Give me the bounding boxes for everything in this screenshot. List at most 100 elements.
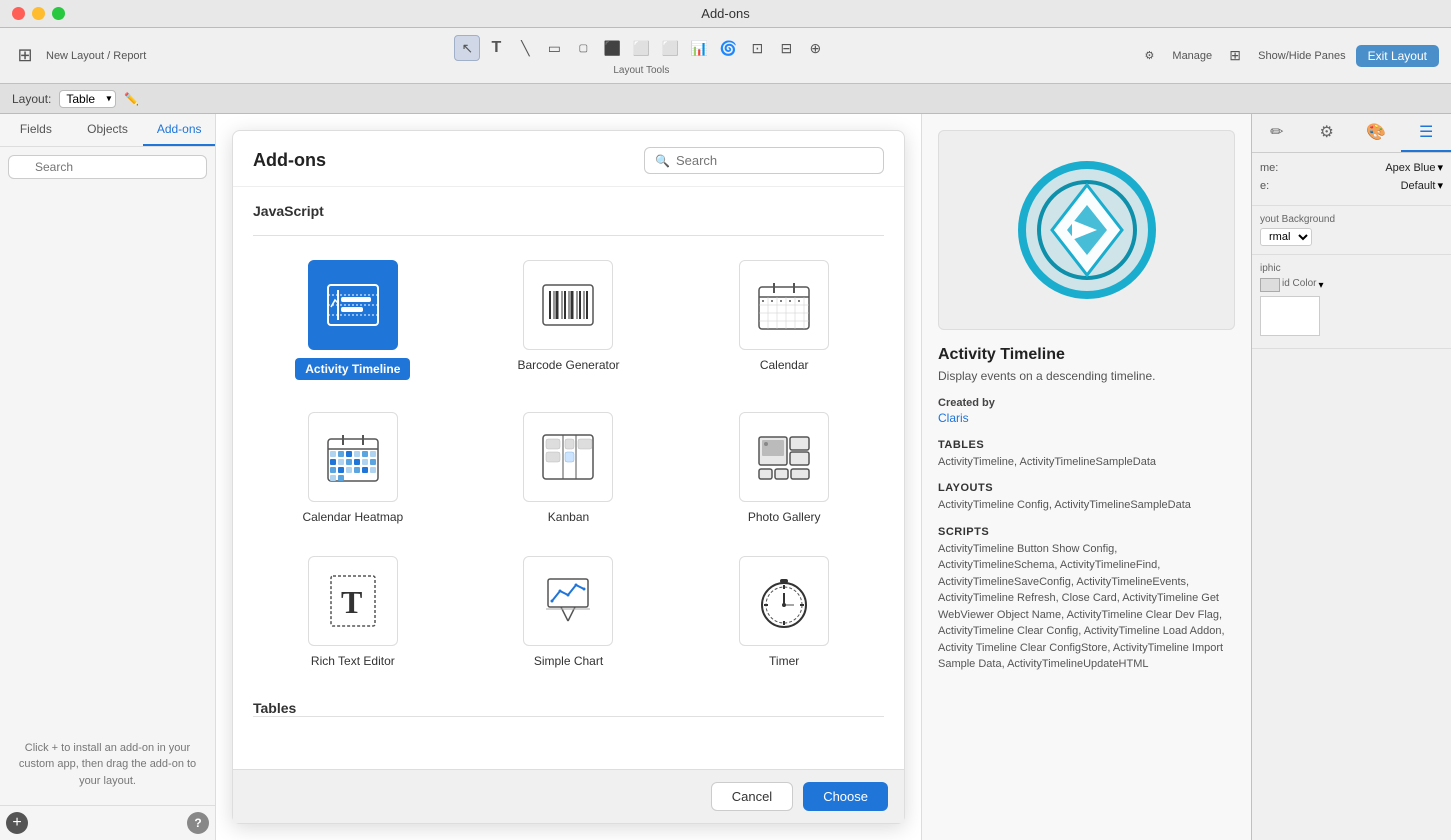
inspector-panel: ✏ ⚙ 🎨 ☰ me: Apex Blue ▾ e: Default ▾ — [1251, 114, 1451, 840]
toolbar-right: ⚙ Manage ⊞ Show/Hide Panes Exit Layout — [1136, 43, 1439, 69]
inspector-tab-pen[interactable]: ✏ — [1252, 114, 1302, 152]
layout-select[interactable]: Table — [59, 90, 116, 108]
detail-preview — [938, 130, 1235, 330]
tables-divider — [253, 716, 884, 717]
close-button[interactable] — [12, 7, 25, 20]
slide-tool[interactable]: ⊟ — [773, 35, 799, 61]
manage-button[interactable]: ⚙ — [1136, 43, 1162, 69]
detail-tables-value: ActivityTimeline, ActivityTimelineSample… — [938, 454, 1235, 471]
tab-addons[interactable]: Add-ons — [143, 114, 215, 146]
addons-body: JavaScript — [233, 187, 904, 769]
layout-select-wrap: Table — [59, 90, 116, 108]
show-hide-button[interactable]: ⊞ — [1222, 43, 1248, 69]
addon-timer-label: Timer — [769, 654, 799, 668]
zoom-tool[interactable]: ⊕ — [802, 35, 828, 61]
inspector-bg-select[interactable]: rmal — [1260, 228, 1312, 246]
addon-timer[interactable]: Timer — [684, 548, 884, 676]
right-detail-panel: Activity Timeline Display events on a de… — [921, 114, 1251, 840]
addon-simple-chart-icon — [523, 556, 613, 646]
inspector-tab-paint[interactable]: 🎨 — [1352, 114, 1402, 152]
inspector-theme-select[interactable]: ▾ — [1437, 161, 1443, 174]
button-bar-tool[interactable]: ⊡ — [744, 35, 770, 61]
inspector-fill-dropdown[interactable]: ▾ — [1318, 278, 1323, 292]
portal-tool[interactable]: 🌀 — [715, 35, 741, 61]
svg-text:T: T — [341, 584, 362, 620]
addon-activity-timeline[interactable]: Activity Timeline — [253, 252, 453, 388]
addon-barcode-icon — [523, 260, 613, 350]
toolbar-left: ⊞ New Layout / Report — [12, 43, 146, 69]
detail-addon-name: Activity Timeline — [938, 346, 1235, 364]
button-tool[interactable]: ⬜ — [628, 35, 654, 61]
addon-calendar[interactable]: Calendar — [684, 252, 884, 388]
addon-activity-timeline-icon — [308, 260, 398, 350]
new-layout-button[interactable]: ⊞ — [12, 43, 38, 69]
line-tool[interactable]: ╲ — [512, 35, 538, 61]
select-tool[interactable]: ↖ — [454, 35, 480, 61]
inspector-fill-color[interactable] — [1260, 278, 1280, 292]
choose-button[interactable]: Choose — [803, 782, 888, 811]
activity-timeline-svg — [323, 275, 383, 335]
main-toolbar: ⊞ New Layout / Report ↖ T ╲ ▭ ▢ ⬛ ⬜ ⬜ 📊 … — [0, 28, 1451, 84]
sidebar-tabs: Fields Objects Add-ons — [0, 114, 215, 147]
rect-tool[interactable]: ▭ — [541, 35, 567, 61]
calendar-svg — [754, 275, 814, 335]
minimize-button[interactable] — [32, 7, 45, 20]
inspector-variant-value: Default — [1401, 180, 1436, 192]
addon-calendar-heatmap[interactable]: Calendar Heatmap — [253, 404, 453, 532]
detail-layouts-label: LAYOUTS — [938, 482, 1235, 494]
toolbar-center: ↖ T ╲ ▭ ▢ ⬛ ⬜ ⬜ 📊 🌀 ⊡ ⊟ ⊕ Layout Tools — [454, 35, 828, 76]
inspector-variant-select[interactable]: ▾ — [1437, 179, 1443, 192]
addon-photo-gallery[interactable]: Photo Gallery — [684, 404, 884, 532]
detail-creator[interactable]: Claris — [938, 411, 1235, 425]
text-tool[interactable]: T — [483, 35, 509, 61]
layout-edit-button[interactable]: ✏️ — [124, 92, 139, 106]
addon-calendar-label: Calendar — [760, 358, 809, 372]
inspector-color-row: id Color ▾ — [1260, 278, 1443, 292]
addon-rich-text-editor-icon: T — [308, 556, 398, 646]
addon-rich-text-editor-label: Rich Text Editor — [311, 654, 395, 668]
js-section-title: JavaScript — [253, 203, 884, 219]
inspector-variant-label: e: — [1260, 180, 1269, 192]
sidebar-hint: Click + to install an add-on in your cus… — [0, 724, 215, 806]
addon-barcode-generator[interactable]: Barcode Generator — [469, 252, 669, 388]
window-controls[interactable] — [12, 7, 65, 20]
chart-tool[interactable]: 📊 — [686, 35, 712, 61]
tab-tool[interactable]: ⬜ — [657, 35, 683, 61]
window-title: Add-ons — [701, 6, 749, 21]
center-panel: Add-ons 🔍 JavaScript — [216, 114, 921, 840]
inspector-fill-label: id Color — [1282, 278, 1316, 292]
kanban-svg — [538, 427, 598, 487]
addon-photo-gallery-icon — [739, 412, 829, 502]
addon-kanban[interactable]: Kanban — [469, 404, 669, 532]
inspector-tab-gear[interactable]: ⚙ — [1302, 114, 1352, 152]
sidebar-help-button[interactable]: ? — [187, 812, 209, 834]
sidebar-search-input[interactable] — [8, 155, 207, 179]
cancel-button[interactable]: Cancel — [711, 782, 793, 811]
addon-rich-text-editor[interactable]: T Rich Text Editor — [253, 548, 453, 676]
addons-dialog: Add-ons 🔍 JavaScript — [232, 130, 905, 824]
addons-title: Add-ons — [253, 150, 326, 171]
addon-simple-chart-label: Simple Chart — [534, 654, 603, 668]
timer-svg — [754, 571, 814, 631]
main-content: Fields Objects Add-ons Click + to instal… — [0, 114, 1451, 840]
show-hide-label: Show/Hide Panes — [1258, 50, 1345, 62]
inspector-theme-value: Apex Blue — [1385, 162, 1435, 174]
sidebar-add-button[interactable]: + — [6, 812, 28, 834]
inspector-tab-list[interactable]: ☰ — [1401, 114, 1451, 152]
detail-created-label: Created by — [938, 397, 1235, 409]
addon-calendar-icon — [739, 260, 829, 350]
tab-fields[interactable]: Fields — [0, 114, 72, 146]
addons-search-input[interactable] — [676, 153, 873, 168]
rounded-rect-tool[interactable]: ▢ — [570, 35, 596, 61]
addon-simple-chart[interactable]: Simple Chart — [469, 548, 669, 676]
inspector-theme-row: me: Apex Blue ▾ — [1260, 161, 1443, 174]
addon-detail-logo — [1012, 155, 1162, 305]
detail-tables-label: TABLES — [938, 439, 1235, 451]
tab-objects[interactable]: Objects — [72, 114, 144, 146]
detail-info: Activity Timeline Display events on a de… — [922, 346, 1251, 840]
addon-grid: Activity Timeline — [253, 252, 884, 676]
exit-layout-button[interactable]: Exit Layout — [1356, 45, 1439, 67]
toggle-tool[interactable]: ⬛ — [599, 35, 625, 61]
detail-layouts-value: ActivityTimeline Config, ActivityTimelin… — [938, 497, 1235, 514]
maximize-button[interactable] — [52, 7, 65, 20]
